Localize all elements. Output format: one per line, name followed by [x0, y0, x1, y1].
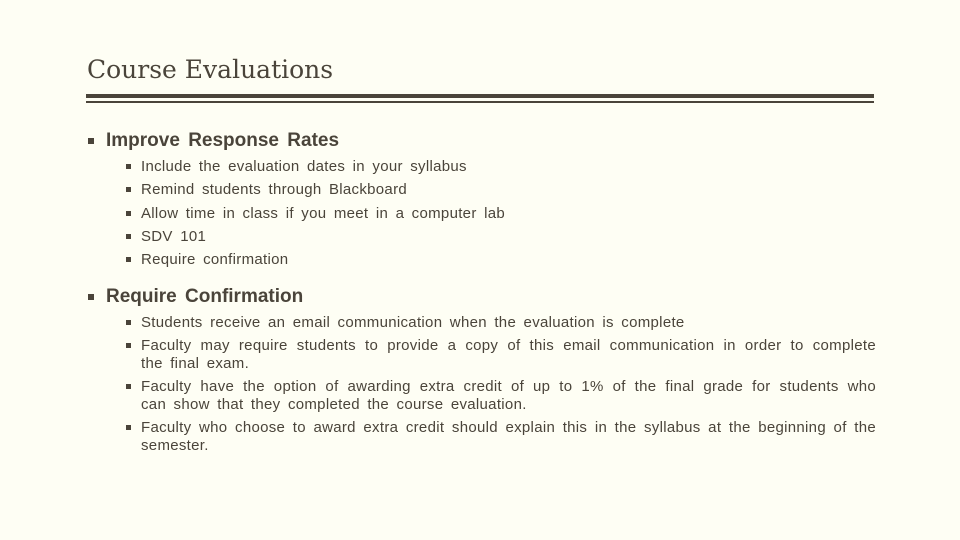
list-item-text: Students receive an email communication … — [141, 314, 685, 331]
list-item-text: Faculty may require students to provide … — [141, 337, 876, 372]
list-item-text: Remind students through Blackboard — [141, 181, 408, 199]
section-heading: Require Confirmation — [86, 285, 876, 309]
list-item-text: Include the evaluation dates in your syl… — [141, 158, 467, 175]
list-item: Remind students through Blackboard — [86, 181, 505, 204]
title-rule-thick — [86, 94, 874, 98]
list-item: Faculty have the option of awarding extr… — [86, 378, 876, 414]
square-bullet-icon — [126, 233, 131, 239]
title-rule-thin — [86, 101, 874, 103]
list-item: Students receive an email communication … — [86, 314, 876, 332]
bullet-list: Students receive an email communication … — [86, 314, 876, 455]
square-bullet-icon — [126, 320, 131, 325]
square-bullet-icon — [126, 210, 131, 216]
square-bullet-icon — [126, 384, 131, 389]
list-item: Require confirmation — [86, 251, 505, 274]
list-item-text: Require confirmation — [141, 251, 289, 269]
list-item: Allow time in class if you meet in a com… — [86, 205, 505, 228]
list-item: Faculty who choose to award extra credit… — [86, 419, 876, 455]
section-improve-response-rates: Improve Response Rates Include the evalu… — [86, 129, 505, 274]
list-item-text: Allow time in class if you meet in a com… — [141, 204, 505, 222]
list-item-text: Faculty who choose to award extra credit… — [141, 419, 876, 454]
list-item: Include the evaluation dates in your syl… — [86, 158, 505, 181]
list-item: SDV 101 — [86, 228, 505, 251]
square-bullet-icon — [88, 138, 94, 144]
list-item: Faculty may require students to provide … — [86, 337, 876, 373]
square-bullet-icon — [126, 343, 131, 348]
list-item-text: Faculty have the option of awarding extr… — [141, 378, 876, 413]
section-heading-text: Require Confirmation — [106, 286, 304, 307]
section-require-confirmation: Require Confirmation Students receive an… — [86, 285, 876, 460]
slide: Course Evaluations Improve Response Rate… — [0, 0, 960, 540]
section-heading-text: Improve Response Rates — [106, 130, 340, 151]
square-bullet-icon — [126, 257, 131, 263]
square-bullet-icon — [126, 425, 131, 430]
section-heading: Improve Response Rates — [86, 129, 505, 153]
bullet-list: Include the evaluation dates in your syl… — [86, 158, 505, 274]
slide-title: Course Evaluations — [87, 55, 334, 84]
square-bullet-icon — [88, 294, 94, 300]
list-item-text: SDV 101 — [141, 227, 207, 245]
square-bullet-icon — [126, 187, 131, 193]
square-bullet-icon — [126, 164, 131, 169]
